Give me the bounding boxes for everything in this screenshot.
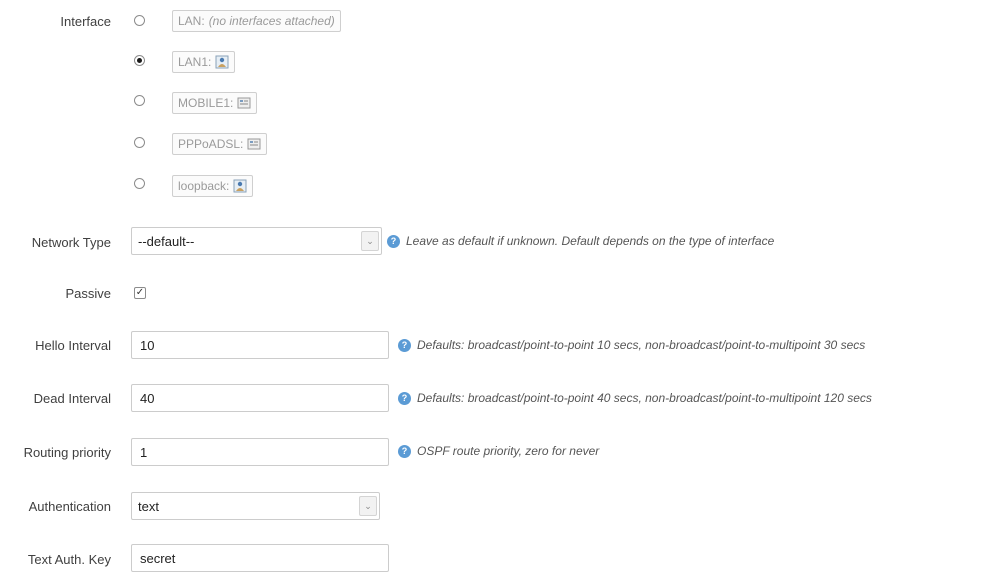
help-icon: ? [387, 234, 400, 248]
chevron-down-icon[interactable]: ⌄ [359, 496, 377, 516]
radio-lan[interactable] [134, 15, 145, 26]
text-auth-key-label: Text Auth. Key [27, 552, 111, 567]
text-auth-key-input[interactable] [131, 544, 389, 572]
help-icon: ? [398, 444, 411, 458]
interface-name: loopback: [178, 179, 230, 193]
routing-priority-help: ? OSPF route priority, zero for never [398, 444, 599, 458]
help-text: Defaults: broadcast/point-to-point 10 se… [417, 338, 866, 352]
passive-label: Passive [65, 286, 111, 301]
interface-name: PPPoADSL: [178, 137, 244, 151]
network-type-select[interactable]: --default-- ⌄ [131, 227, 382, 255]
radio-lan1[interactable] [134, 55, 145, 66]
routing-priority-input[interactable] [131, 438, 389, 466]
dead-interval-help: ? Defaults: broadcast/point-to-point 40 … [398, 391, 872, 405]
interface-badge-lan1: LAN1: [172, 51, 236, 73]
interface-name: LAN1: [178, 55, 212, 69]
hello-interval-label: Hello Interval [35, 338, 111, 353]
network-type-label: Network Type [31, 235, 111, 250]
dead-interval-input[interactable] [131, 384, 389, 412]
interface-badge-pppoadsl: PPPoADSL: [172, 133, 268, 155]
hello-interval-input[interactable] [131, 331, 389, 359]
network-type-help: ? Leave as default if unknown. Default d… [387, 234, 774, 248]
network-type-value: --default-- [138, 234, 195, 249]
routing-priority-label: Routing priority [23, 445, 111, 460]
dead-interval-label: Dead Interval [33, 391, 111, 406]
network-user-icon [233, 179, 247, 193]
help-text: OSPF route priority, zero for never [417, 444, 600, 458]
interface-name: LAN: [178, 14, 205, 28]
help-icon: ? [398, 338, 411, 352]
network-user-icon [215, 55, 229, 69]
authentication-label: Authentication [28, 499, 111, 514]
hello-interval-help: ? Defaults: broadcast/point-to-point 10 … [398, 338, 865, 352]
help-text: Leave as default if unknown. Default dep… [406, 234, 775, 248]
radio-loopback[interactable] [134, 178, 145, 189]
radio-mobile1[interactable] [134, 95, 145, 106]
help-icon: ? [398, 391, 411, 405]
network-device-icon [247, 137, 261, 151]
help-text: Defaults: broadcast/point-to-point 40 se… [417, 391, 872, 405]
interface-name: MOBILE1: [178, 96, 234, 110]
passive-checkbox[interactable]: ✓ [134, 287, 146, 299]
interface-label: Interface [60, 14, 111, 29]
radio-pppoadsl[interactable] [134, 137, 145, 148]
chevron-down-icon[interactable]: ⌄ [361, 231, 379, 251]
interface-badge-mobile1: MOBILE1: [172, 92, 258, 114]
interface-note: (no interfaces attached) [208, 14, 335, 28]
authentication-select[interactable]: text ⌄ [131, 492, 380, 520]
interface-badge-loopback: loopback: [172, 175, 254, 197]
authentication-value: text [138, 499, 159, 514]
interface-badge-lan: LAN: (no interfaces attached) [172, 10, 341, 32]
network-device-icon [237, 96, 251, 110]
